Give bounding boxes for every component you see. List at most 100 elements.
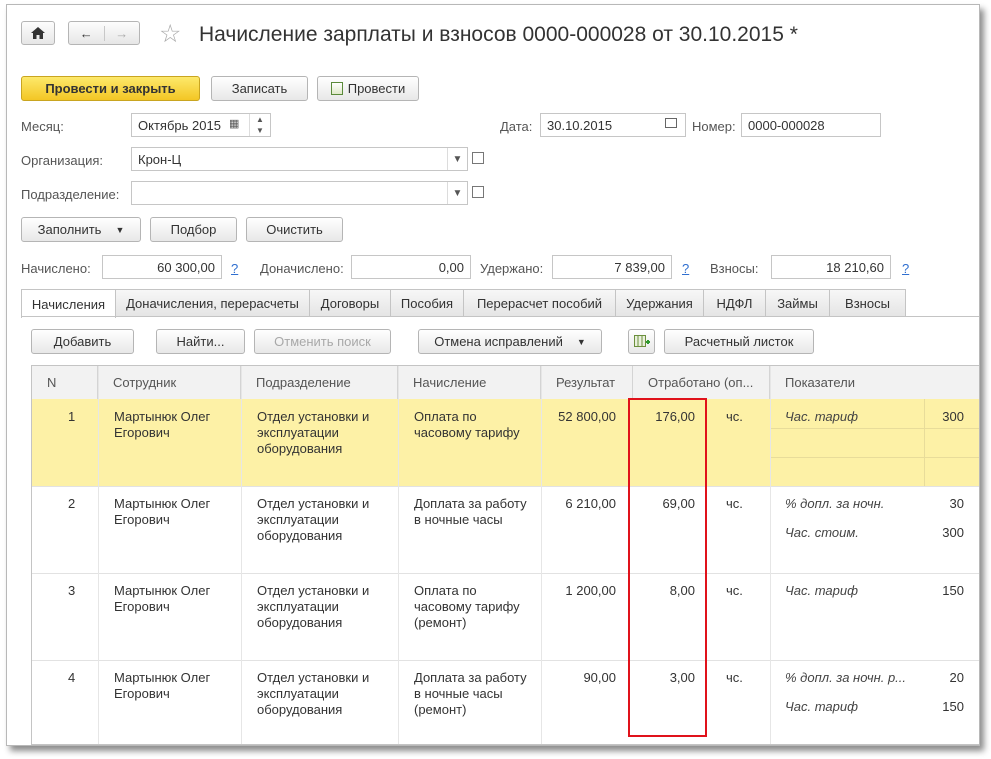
- cell-indicator-value: 30: [949, 496, 964, 511]
- cell-accrual: Оплата по часовому тарифу: [414, 409, 520, 440]
- division-open-icon[interactable]: [472, 186, 484, 198]
- cell-indicator-name: Час. стоим.: [785, 525, 859, 540]
- cell-n: 4: [68, 670, 76, 685]
- accrued-help-link[interactable]: ?: [231, 261, 238, 276]
- cell-employee: Мартынюк Олег Егорович: [114, 583, 211, 614]
- cell-n: 1: [68, 409, 76, 424]
- indicator-divider: [770, 457, 979, 458]
- post-and-close-button[interactable]: Провести и закрыть: [21, 76, 200, 101]
- tab-benefits[interactable]: Пособия: [390, 289, 464, 317]
- table-row[interactable]: 4 Мартынюк Олег Егорович Отдел установки…: [32, 660, 979, 744]
- cancel-corrections-button[interactable]: Отмена исправлений ▼: [418, 329, 602, 354]
- cell-employee: Мартынюк Олег Егорович: [114, 409, 211, 440]
- col-header-worked[interactable]: Отработано (оп...: [633, 366, 770, 399]
- additional-accrued-label: Доначислено:: [260, 261, 344, 276]
- cell-accrual: Доплата за работу в ночные часы: [414, 496, 527, 527]
- col-header-division[interactable]: Подразделение: [241, 366, 398, 399]
- col-header-result[interactable]: Результат: [541, 366, 633, 399]
- tab-contributions[interactable]: Взносы: [829, 289, 906, 317]
- month-label: Месяц:: [21, 119, 64, 134]
- chevron-down-icon: ▼: [115, 224, 125, 235]
- post-button-label: Провести: [347, 81, 406, 96]
- number-field[interactable]: 0000-000028: [741, 113, 881, 137]
- accrued-label: Начислено:: [21, 261, 91, 276]
- tab-additional-accruals[interactable]: Доначисления, перерасчеты: [115, 289, 310, 317]
- contributions-field[interactable]: 18 210,60: [771, 255, 891, 279]
- add-button[interactable]: Добавить: [31, 329, 134, 354]
- tab-contracts[interactable]: Договоры: [309, 289, 391, 317]
- cell-unit: чс.: [726, 670, 743, 685]
- organization-label: Организация:: [21, 153, 104, 168]
- cell-employee: Мартынюк Олег Егорович: [114, 670, 211, 701]
- post-button[interactable]: Провести: [317, 76, 419, 101]
- post-doc-icon: [330, 82, 343, 95]
- cancel-corrections-label: Отмена исправлений: [434, 334, 563, 349]
- date-label: Дата:: [500, 119, 533, 134]
- home-button[interactable]: [21, 21, 55, 45]
- cell-division: Отдел установки и эксплуатации оборудова…: [257, 670, 370, 717]
- division-dropdown-icon[interactable]: ▼: [447, 182, 467, 204]
- cell-indicator-name: % допл. за ночн. р...: [785, 670, 907, 685]
- home-icon: [31, 27, 45, 39]
- cell-indicator-value: 20: [949, 670, 964, 685]
- table-row[interactable]: 1 Мартынюк Олег Егорович Отдел установки…: [32, 399, 979, 487]
- division-field[interactable]: [131, 181, 468, 205]
- indicator-divider: [770, 428, 979, 429]
- cell-accrual: Доплата за работу в ночные часы (ремонт): [414, 670, 527, 717]
- table-header: N Сотрудник Подразделение Начисление Рез…: [32, 366, 979, 400]
- chevron-down-icon: ▼: [576, 336, 586, 347]
- accrued-field[interactable]: 60 300,00: [102, 255, 222, 279]
- cell-result: 52 800,00: [558, 409, 616, 424]
- table-row[interactable]: 2 Мартынюк Олег Егорович Отдел установки…: [32, 486, 979, 574]
- organization-dropdown-icon[interactable]: ▼: [447, 148, 467, 170]
- selection-button[interactable]: Подбор: [150, 217, 237, 242]
- date-calendar-icon[interactable]: [665, 118, 677, 128]
- back-arrow-icon[interactable]: ←: [69, 25, 105, 41]
- columns-settings-button[interactable]: [628, 329, 655, 354]
- cell-division: Отдел установки и эксплуатации оборудова…: [257, 496, 370, 543]
- tab-benefit-recalc[interactable]: Перерасчет пособий: [463, 289, 616, 317]
- withheld-field[interactable]: 7 839,00: [552, 255, 672, 279]
- tab-loans[interactable]: Займы: [765, 289, 830, 317]
- fill-button[interactable]: Заполнить ▼: [21, 217, 141, 242]
- indicator-col-divider: [924, 399, 925, 486]
- cell-result: 1 200,00: [565, 583, 616, 598]
- tab-accruals[interactable]: Начисления: [21, 289, 116, 318]
- cell-unit: чс.: [726, 496, 743, 511]
- tab-ndfl[interactable]: НДФЛ: [703, 289, 766, 317]
- clear-button[interactable]: Очистить: [246, 217, 343, 242]
- column-divider: [770, 366, 771, 744]
- cell-accrual: Оплата по часовому тарифу (ремонт): [414, 583, 520, 630]
- cancel-search-button[interactable]: Отменить поиск: [254, 329, 391, 354]
- additional-accrued-field[interactable]: 0,00: [351, 255, 471, 279]
- calendar-icon[interactable]: ▦: [229, 117, 239, 130]
- table-row[interactable]: 3 Мартынюк Олег Егорович Отдел установки…: [32, 573, 979, 661]
- tab-divider: [21, 316, 979, 317]
- col-header-employee[interactable]: Сотрудник: [98, 366, 241, 399]
- organization-field[interactable]: Крон-Ц: [131, 147, 468, 171]
- tab-deductions[interactable]: Удержания: [615, 289, 704, 317]
- star-icon[interactable]: ☆: [159, 19, 181, 49]
- accruals-table: N Сотрудник Подразделение Начисление Рез…: [31, 365, 979, 745]
- save-button[interactable]: Записать: [211, 76, 308, 101]
- organization-open-icon[interactable]: [472, 152, 484, 164]
- nav-group: ← →: [68, 21, 140, 45]
- col-header-n[interactable]: N: [32, 366, 98, 399]
- find-button[interactable]: Найти...: [156, 329, 245, 354]
- cell-n: 3: [68, 583, 76, 598]
- cell-indicator-value: 150: [942, 583, 964, 598]
- column-divider: [98, 366, 99, 744]
- division-label: Подразделение:: [21, 187, 120, 202]
- withheld-help-link[interactable]: ?: [682, 261, 689, 276]
- forward-arrow-icon[interactable]: →: [105, 26, 140, 41]
- cell-unit: чс.: [726, 583, 743, 598]
- fill-button-label: Заполнить: [37, 222, 102, 237]
- col-header-accrual[interactable]: Начисление: [398, 366, 541, 399]
- month-stepper[interactable]: ▲ ▼: [249, 114, 270, 136]
- column-divider: [241, 366, 242, 744]
- payslip-button[interactable]: Расчетный листок: [664, 329, 814, 354]
- contributions-help-link[interactable]: ?: [902, 261, 909, 276]
- col-header-indicators[interactable]: Показатели: [770, 366, 979, 399]
- cell-indicator-name: Час. тариф: [785, 583, 858, 598]
- column-divider: [398, 366, 399, 744]
